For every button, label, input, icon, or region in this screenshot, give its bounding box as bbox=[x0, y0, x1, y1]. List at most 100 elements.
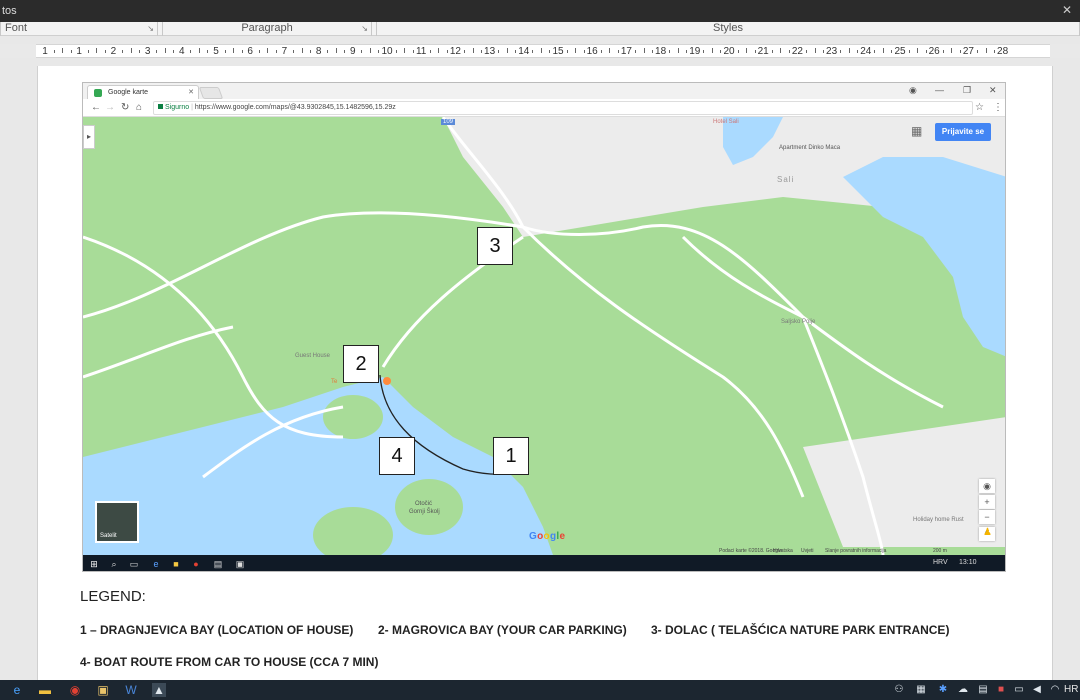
zoom-in-button[interactable]: + bbox=[979, 495, 995, 509]
satellite-toggle[interactable]: Satelit bbox=[95, 501, 139, 543]
menu-kebab-icon[interactable]: ⋮ bbox=[993, 102, 1003, 113]
ruler-tick-mark bbox=[959, 50, 961, 53]
ruler-tick-label: 25 bbox=[894, 46, 906, 57]
maximize-icon[interactable]: ❐ bbox=[963, 85, 971, 96]
window-title-bar: tos ✕ bbox=[0, 0, 1080, 22]
lock-icon bbox=[158, 104, 163, 109]
wifi-icon[interactable]: ◠ bbox=[1048, 683, 1062, 697]
map-feedback-link[interactable]: Slanje povratnih informacija bbox=[825, 548, 886, 554]
ruler-tick-mark bbox=[233, 48, 235, 53]
ruler-tick-mark bbox=[976, 50, 978, 53]
ruler-tick-mark bbox=[463, 50, 465, 53]
close-icon[interactable]: ✕ bbox=[1062, 3, 1072, 17]
people-icon[interactable]: ⚇ bbox=[892, 683, 906, 697]
my-location-icon[interactable]: ◉ bbox=[979, 479, 995, 493]
ruler-tick-mark bbox=[788, 50, 790, 53]
home-icon[interactable]: ⌂ bbox=[136, 102, 142, 113]
inner-folder-icon: ■ bbox=[173, 559, 179, 569]
ruler-tick-label: 28 bbox=[997, 46, 1009, 57]
edge-icon[interactable]: e bbox=[10, 683, 24, 697]
pegman-icon[interactable]: ♟ bbox=[983, 527, 992, 538]
map-terms-link[interactable]: Uvjeti bbox=[801, 548, 814, 554]
map-label-guest-house[interactable]: Guest House bbox=[295, 353, 330, 359]
ruler-tick-mark bbox=[412, 50, 414, 53]
forward-icon[interactable]: → bbox=[105, 102, 115, 113]
ruler-tick-mark bbox=[643, 48, 645, 53]
ruler-tick-mark bbox=[96, 48, 98, 53]
ruler-tick-mark bbox=[814, 48, 816, 53]
back-icon[interactable]: ← bbox=[91, 102, 101, 113]
ruler-tick-mark bbox=[267, 48, 269, 53]
ruler-tick-mark bbox=[438, 48, 440, 53]
dialog-launcher-icon[interactable]: ↘ bbox=[147, 23, 154, 35]
bluetooth-icon[interactable]: ✱ bbox=[936, 683, 950, 697]
tray-app-icon[interactable]: ▤ bbox=[976, 683, 990, 697]
browser-tab[interactable]: Google karte ✕ bbox=[87, 85, 199, 99]
ruler-tick-label: 14 bbox=[518, 46, 530, 57]
ruler-tick-label: 10 bbox=[381, 46, 393, 57]
volume-icon[interactable]: ◀ bbox=[1030, 683, 1044, 697]
ruler-tick-mark bbox=[301, 48, 303, 53]
ruler-tick-mark bbox=[429, 50, 431, 53]
new-tab-button[interactable] bbox=[198, 87, 224, 99]
ruler-tick-label: 12 bbox=[449, 46, 461, 57]
legend-item-4: 4- BOAT ROUTE FROM CAR TO HOUSE (CCA 7 M… bbox=[80, 655, 379, 669]
minimize-icon[interactable]: — bbox=[935, 85, 944, 95]
sidebar-toggle-button[interactable]: ▸ bbox=[83, 125, 95, 149]
sign-in-button[interactable]: Prijavite se bbox=[935, 123, 991, 141]
map-label-apartment[interactable]: Apartment Dinko Maca bbox=[779, 145, 840, 151]
map-canvas[interactable]: ▸ ▦ Prijavite se 109 Hotel Sali Apartmen… bbox=[83, 117, 1005, 555]
store-icon[interactable]: ▣ bbox=[96, 683, 110, 697]
network-icon[interactable]: ▦ bbox=[914, 683, 928, 697]
ruler-tick-mark bbox=[156, 50, 158, 53]
tray-app2-icon[interactable]: ■ bbox=[994, 683, 1008, 697]
ruler-tick-label: 4 bbox=[179, 46, 185, 57]
ruler-tick-mark bbox=[746, 48, 748, 53]
apps-grid-icon[interactable]: ▦ bbox=[911, 125, 923, 137]
ruler-tick-mark bbox=[583, 50, 585, 53]
address-bar[interactable]: Sigurno | https://www.google.com/maps/@4… bbox=[153, 101, 973, 115]
language-indicator[interactable]: HR bbox=[1064, 684, 1078, 695]
map-label-holiday-home[interactable]: Holiday home Rust bbox=[913, 517, 964, 523]
ruler-tick-label: 1 bbox=[76, 46, 82, 57]
file-explorer-icon[interactable]: ▬ bbox=[38, 683, 52, 697]
ruler-tick-mark bbox=[173, 50, 175, 53]
horizontal-ruler[interactable]: 1 1 2 3 4 5 6 7 8 9 10 11 12 13 14 15 16 17 18 19 20 21 22 23 24… bbox=[0, 44, 1080, 58]
ruler-tick-mark bbox=[121, 50, 123, 53]
profile-icon[interactable]: ◉ bbox=[909, 85, 917, 96]
ruler-tick-mark bbox=[310, 50, 312, 53]
ruler-tick-mark bbox=[53, 50, 55, 53]
ruler-tick-label: 5 bbox=[213, 46, 219, 57]
map-label-hotel[interactable]: Hotel Sali bbox=[713, 119, 739, 125]
cloud-icon[interactable]: ☁ bbox=[956, 683, 970, 697]
inner-app2-icon: ▣ bbox=[235, 559, 245, 569]
address-row: ← → ↻ ⌂ Sigurno | https://www.google.com… bbox=[83, 99, 1005, 117]
ruler-tick-mark bbox=[942, 50, 944, 53]
ruler-tick-mark bbox=[686, 50, 688, 53]
map-country[interactable]: Hrvatska bbox=[773, 548, 793, 554]
satellite-label: Satelit bbox=[100, 533, 117, 539]
bookmark-star-icon[interactable]: ☆ bbox=[975, 102, 984, 113]
ruler-tick-mark bbox=[164, 48, 166, 53]
reload-icon[interactable]: ↻ bbox=[121, 102, 129, 113]
ruler-tick-mark bbox=[566, 50, 568, 53]
word-icon[interactable]: W bbox=[124, 683, 138, 697]
dialog-launcher-icon[interactable]: ↘ bbox=[361, 23, 368, 35]
islet bbox=[395, 479, 463, 535]
chrome-icon[interactable]: ◉ bbox=[68, 683, 82, 697]
ruler-tick-mark bbox=[241, 50, 243, 53]
ruler-tick-mark bbox=[754, 50, 756, 53]
photos-icon[interactable]: ▲ bbox=[152, 683, 166, 697]
map-footer: Podaci karte ©2018. Google Hrvatska Uvje… bbox=[83, 547, 1005, 555]
ruler-tick-label: 18 bbox=[655, 46, 667, 57]
map-label-telascica[interactable]: Te bbox=[331, 379, 337, 385]
battery-icon[interactable]: ▭ bbox=[1012, 683, 1026, 697]
ruler-tick-mark bbox=[908, 50, 910, 53]
ruler-tick-mark bbox=[130, 48, 132, 53]
ruler-tick-mark bbox=[361, 50, 363, 53]
zoom-out-button[interactable]: − bbox=[979, 510, 995, 524]
ruler-tick-mark bbox=[540, 48, 542, 53]
browser-close-icon[interactable]: ✕ bbox=[989, 85, 997, 96]
ruler-tick-mark bbox=[335, 48, 337, 53]
tab-close-icon[interactable]: ✕ bbox=[188, 88, 194, 96]
